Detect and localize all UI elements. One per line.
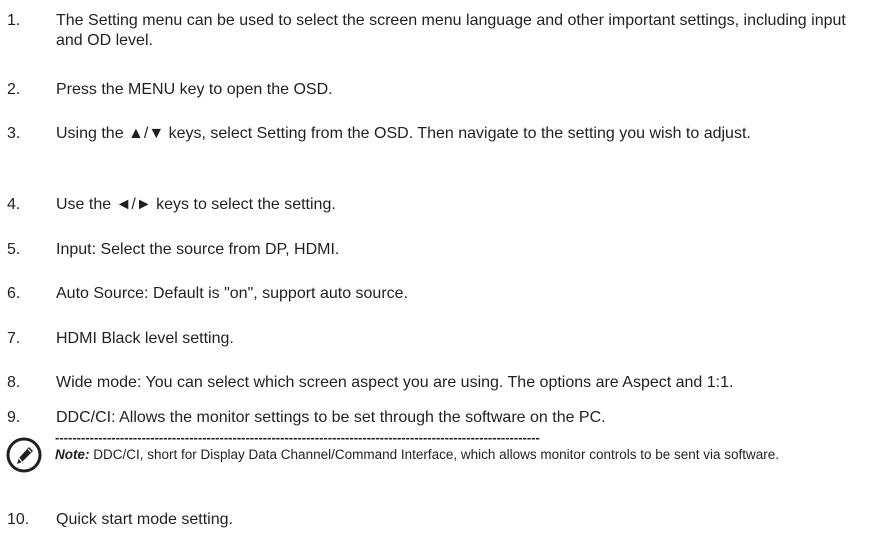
list-item-number: 6.	[7, 285, 21, 302]
list-item-text: Press the MENU key to open the OSD.	[56, 81, 333, 98]
list-item-text: Use the ◄/► keys to select the setting.	[56, 196, 336, 213]
note-body: DDC/CI, short for Display Data Channel/C…	[89, 447, 780, 462]
list-item-number: 9.	[7, 409, 21, 426]
list-item-number: 7.	[7, 330, 21, 347]
list-item-number: 4.	[7, 196, 21, 213]
list-item-number: 10.	[7, 511, 30, 528]
note-label: Note:	[55, 447, 90, 462]
list-item-text: The Setting menu can be used to select t…	[56, 12, 846, 49]
list-item-number: 1.	[7, 12, 21, 29]
list-item-text: Auto Source: Default is "on", support au…	[56, 285, 408, 302]
list-item-number: 5.	[7, 241, 21, 258]
list-item-number: 2.	[7, 81, 21, 98]
list-item-text: Input: Select the source from DP, HDMI.	[56, 241, 340, 258]
note-divider: ----------------------------------------…	[55, 431, 540, 445]
note-box: ----------------------------------------…	[0, 431, 880, 491]
list-item-text: Quick start mode setting.	[56, 511, 233, 528]
list-item-text: DDC/CI: Allows the monitor settings to b…	[56, 409, 606, 426]
note-pen-icon	[6, 437, 42, 473]
note-text: Note: DDC/CI, short for Display Data Cha…	[55, 446, 865, 463]
list-item-text: Using the ▲/▼ keys, select Setting from …	[56, 125, 751, 142]
list-item-number: 3.	[7, 125, 21, 142]
list-item-number: 8.	[7, 374, 21, 391]
list-item-text: HDMI Black level setting.	[56, 330, 234, 347]
list-item-text: Wide mode: You can select which screen a…	[56, 374, 734, 391]
